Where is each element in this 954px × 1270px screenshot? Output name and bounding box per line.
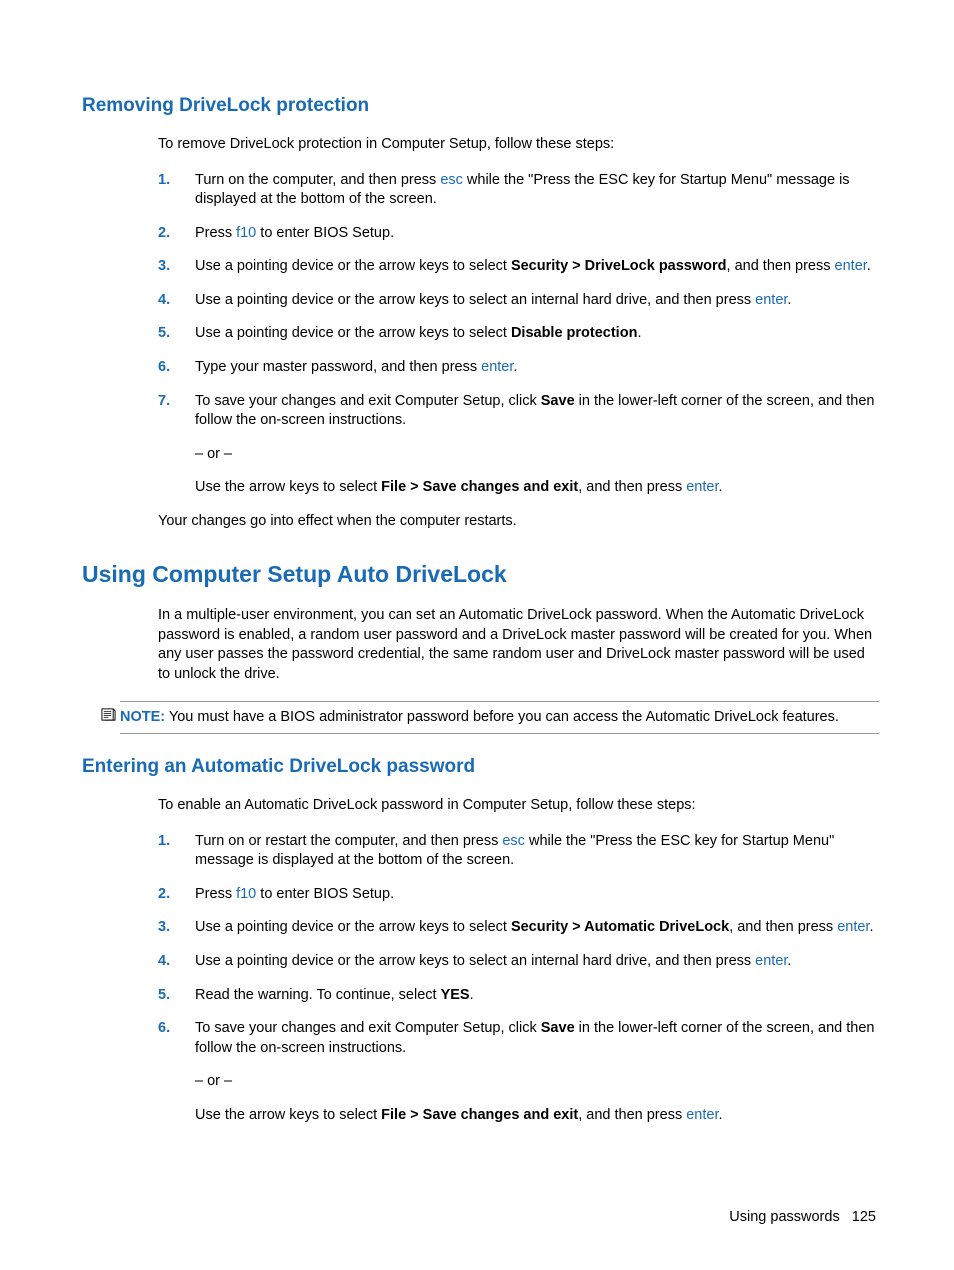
step-text: To save your changes and exit Computer S…	[195, 1020, 541, 1036]
step-text: .	[637, 325, 641, 341]
intro-text: To remove DriveLock protection in Comput…	[158, 135, 879, 155]
kbd-esc: esc	[440, 172, 463, 188]
note-icon	[101, 707, 116, 722]
kbd-f10: f10	[236, 886, 256, 902]
step-text: to enter BIOS Setup.	[256, 225, 394, 241]
kbd-enter: enter	[481, 359, 513, 375]
step-text: Use a pointing device or the arrow keys …	[195, 953, 755, 969]
step-text: , and then press	[578, 479, 686, 495]
step-2: Press f10 to enter BIOS Setup.	[158, 224, 879, 244]
step-text: Press	[195, 886, 236, 902]
outro-text: Your changes go into effect when the com…	[158, 512, 879, 532]
step-4: Use a pointing device or the arrow keys …	[158, 952, 879, 972]
step-text: Use the arrow keys to select	[195, 479, 381, 495]
step-1: Turn on the computer, and then press esc…	[158, 171, 879, 210]
step-text: Press	[195, 225, 236, 241]
step-text: Read the warning. To continue, select	[195, 987, 441, 1003]
kbd-esc: esc	[502, 833, 525, 849]
step-text: , and then press	[727, 258, 835, 274]
step-text: To save your changes and exit Computer S…	[195, 393, 541, 409]
step-3: Use a pointing device or the arrow keys …	[158, 257, 879, 277]
heading-auto-drivelock: Using Computer Setup Auto DriveLock	[82, 561, 879, 588]
step-text: .	[787, 953, 791, 969]
menu-path: Security > Automatic DriveLock	[511, 919, 729, 935]
step-text: .	[513, 359, 517, 375]
step-text: .	[867, 258, 871, 274]
kbd-enter: enter	[755, 953, 787, 969]
step-text: , and then press	[729, 919, 837, 935]
save-label: Save	[541, 1020, 575, 1036]
step-text: .	[869, 919, 873, 935]
step-text: Use a pointing device or the arrow keys …	[195, 292, 755, 308]
step-text: Use the arrow keys to select	[195, 1107, 381, 1123]
or-separator: – or –	[195, 1072, 879, 1092]
step-text: Use a pointing device or the arrow keys …	[195, 258, 511, 274]
footer-page-number: 125	[852, 1209, 876, 1225]
step-1: Turn on or restart the computer, and the…	[158, 832, 879, 871]
heading-removing-drivelock: Removing DriveLock protection	[82, 95, 879, 117]
step-text: Turn on or restart the computer, and the…	[195, 833, 502, 849]
menu-path: File > Save changes and exit	[381, 479, 578, 495]
step-6: Type your master password, and then pres…	[158, 358, 879, 378]
step-text: to enter BIOS Setup.	[256, 886, 394, 902]
menu-path: File > Save changes and exit	[381, 1107, 578, 1123]
kbd-enter: enter	[835, 258, 867, 274]
step-3: Use a pointing device or the arrow keys …	[158, 918, 879, 938]
note-box: NOTE: You must have a BIOS administrator…	[120, 701, 879, 735]
step-text: .	[718, 479, 722, 495]
page-footer: Using passwords 125	[729, 1209, 876, 1225]
intro-text: To enable an Automatic DriveLock passwor…	[158, 796, 879, 816]
or-separator: – or –	[195, 445, 879, 465]
step-alt: Use the arrow keys to select File > Save…	[195, 1106, 879, 1126]
step-text: Use a pointing device or the arrow keys …	[195, 919, 511, 935]
kbd-enter: enter	[686, 479, 718, 495]
step-text: .	[718, 1107, 722, 1123]
step-text: .	[470, 987, 474, 1003]
step-7: To save your changes and exit Computer S…	[158, 392, 879, 498]
footer-section: Using passwords	[729, 1209, 839, 1225]
kbd-enter: enter	[755, 292, 787, 308]
menu-path: Security > DriveLock password	[511, 258, 727, 274]
step-4: Use a pointing device or the arrow keys …	[158, 291, 879, 311]
kbd-f10: f10	[236, 225, 256, 241]
step-2: Press f10 to enter BIOS Setup.	[158, 885, 879, 905]
step-6: To save your changes and exit Computer S…	[158, 1019, 879, 1125]
step-text: Use a pointing device or the arrow keys …	[195, 325, 511, 341]
option-disable-protection: Disable protection	[511, 325, 638, 341]
step-5: Use a pointing device or the arrow keys …	[158, 324, 879, 344]
note-text: You must have a BIOS administrator passw…	[165, 709, 839, 725]
kbd-enter: enter	[837, 919, 869, 935]
note-label: NOTE:	[120, 709, 165, 725]
step-5: Read the warning. To continue, select YE…	[158, 986, 879, 1006]
step-text: , and then press	[578, 1107, 686, 1123]
heading-entering-auto-drivelock: Entering an Automatic DriveLock password	[82, 756, 879, 778]
step-text: Type your master password, and then pres…	[195, 359, 481, 375]
option-yes: YES	[441, 987, 470, 1003]
steps-list-1: Turn on the computer, and then press esc…	[158, 171, 879, 498]
step-text: Turn on the computer, and then press	[195, 172, 440, 188]
steps-list-2: Turn on or restart the computer, and the…	[158, 832, 879, 1126]
save-label: Save	[541, 393, 575, 409]
step-alt: Use the arrow keys to select File > Save…	[195, 478, 879, 498]
step-text: .	[787, 292, 791, 308]
kbd-enter: enter	[686, 1107, 718, 1123]
intro-text: In a multiple-user environment, you can …	[158, 606, 879, 684]
